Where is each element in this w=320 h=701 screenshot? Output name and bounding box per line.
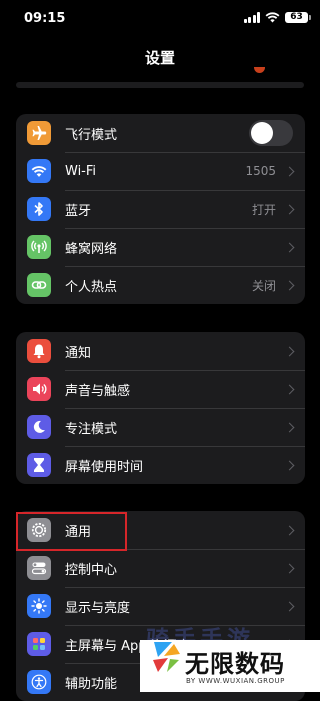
row-label: 蜂窝网络: [65, 241, 118, 257]
bluetooth-icon: [27, 197, 51, 221]
status-icons: 63: [243, 12, 311, 23]
switches-icon: [27, 556, 51, 580]
row-label: 蓝牙: [65, 203, 92, 219]
scrolled-content-edge: [16, 82, 304, 88]
row-sounds-haptics[interactable]: 声音与触感: [16, 370, 305, 408]
connectivity-group: 飞行模式 Wi-Fi 1505 蓝牙 打开 蜂窝网络 个人热点 关闭: [16, 114, 305, 304]
wifi-status-icon: [265, 12, 280, 23]
page-title: 设置: [144, 49, 175, 67]
row-value: 打开: [251, 202, 276, 217]
chevron-right-icon: [284, 384, 295, 394]
watermark-subtitle: BY WWW.WUXIAN.GROUP: [186, 677, 285, 685]
accessibility-icon: [27, 670, 51, 694]
row-screen-time[interactable]: 屏幕使用时间: [16, 446, 305, 484]
chevron-right-icon: [284, 242, 295, 252]
row-label: 专注模式: [65, 421, 118, 437]
row-notifications[interactable]: 通知: [16, 332, 305, 370]
app-grid-icon: [27, 632, 51, 656]
row-value: 1505: [245, 164, 276, 178]
scrolled-content-edge: [254, 67, 265, 73]
hourglass-icon: [27, 453, 51, 477]
row-wifi[interactable]: Wi-Fi 1505: [16, 152, 305, 190]
cellular-signal-icon: [243, 12, 260, 23]
chevron-right-icon: [284, 563, 295, 573]
row-label: Wi-Fi: [65, 163, 97, 179]
watermark: 骑手手游 无限数码 BY WWW.WUXIAN.GROUP: [128, 614, 320, 692]
row-airplane-mode[interactable]: 飞行模式: [16, 114, 305, 152]
airplane-icon: [27, 121, 51, 145]
row-label: 显示与亮度: [65, 600, 131, 616]
chevron-right-icon: [284, 166, 295, 176]
row-label: 声音与触感: [65, 383, 131, 399]
chevron-right-icon: [284, 460, 295, 470]
row-focus[interactable]: 专注模式: [16, 408, 305, 446]
status-bar: 09:15 63: [0, 0, 320, 36]
row-label: 控制中心: [65, 562, 118, 578]
row-bluetooth[interactable]: 蓝牙 打开: [16, 190, 305, 228]
battery-icon: 63: [285, 12, 311, 23]
chevron-right-icon: [284, 422, 295, 432]
status-time: 09:15: [24, 11, 66, 26]
row-cellular[interactable]: 蜂窝网络: [16, 228, 305, 266]
row-control-center[interactable]: 控制中心: [16, 549, 305, 587]
chevron-right-icon: [284, 346, 295, 356]
speaker-icon: [27, 377, 51, 401]
row-label: 屏幕使用时间: [65, 459, 144, 475]
wifi-icon: [27, 159, 51, 183]
watermark-logo-icon: [153, 642, 180, 672]
row-label: 飞行模式: [65, 127, 118, 143]
row-label: 通知: [65, 345, 92, 361]
toggle-knob: [251, 122, 273, 144]
hotspot-chain-icon: [27, 273, 51, 297]
sun-icon: [27, 594, 51, 618]
airplane-mode-toggle[interactable]: [249, 120, 293, 146]
notifications-group: 通知 声音与触感 专注模式 屏幕使用时间: [16, 332, 305, 484]
chevron-right-icon: [284, 601, 295, 611]
row-label: 个人热点: [65, 279, 118, 295]
row-label: 辅助功能: [65, 676, 118, 692]
row-personal-hotspot[interactable]: 个人热点 关闭: [16, 266, 305, 304]
row-value: 关闭: [251, 278, 276, 293]
chevron-right-icon: [284, 280, 295, 290]
chevron-right-icon: [284, 204, 295, 214]
chevron-right-icon: [284, 525, 295, 535]
annotation-highlight-box: [16, 512, 127, 551]
notification-bell-icon: [27, 339, 51, 363]
moon-icon: [27, 415, 51, 439]
watermark-title: 无限数码: [185, 650, 285, 678]
cellular-antenna-icon: [27, 235, 51, 259]
